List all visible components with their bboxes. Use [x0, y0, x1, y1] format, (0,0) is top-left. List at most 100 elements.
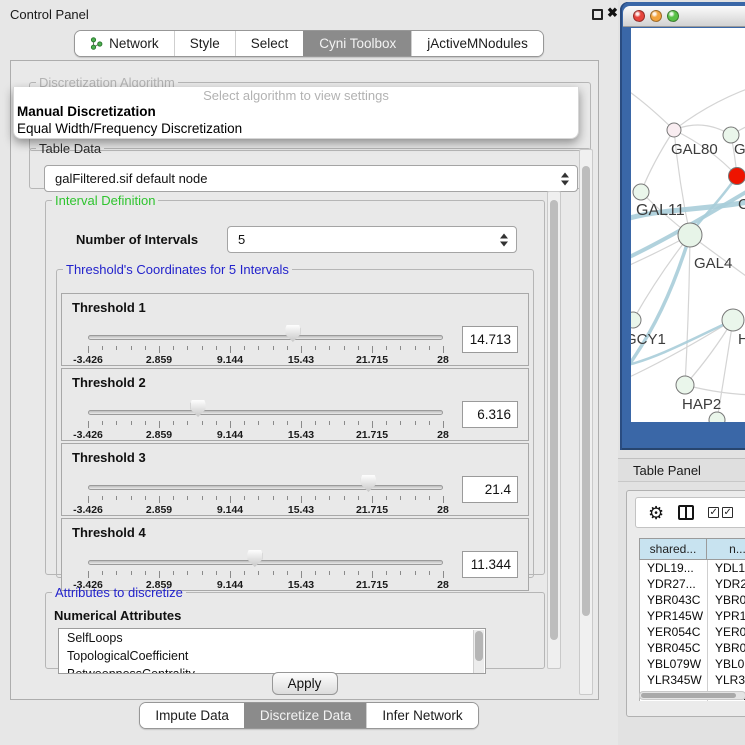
network-node[interactable] — [631, 312, 641, 328]
network-window-titlebar[interactable] — [623, 6, 745, 27]
table-row[interactable]: YLR345WYLR3... — [640, 672, 745, 688]
tick-mark — [131, 346, 132, 350]
threshold-label: Threshold 4 — [72, 525, 146, 540]
network-node[interactable] — [676, 376, 694, 394]
apply-button[interactable]: Apply — [272, 672, 338, 695]
tick-mark — [145, 496, 146, 500]
network-node[interactable] — [678, 223, 702, 247]
network-node[interactable] — [633, 184, 649, 200]
column-header-shared-name[interactable]: shared... — [639, 538, 707, 560]
tick-mark — [244, 346, 245, 350]
network-edge[interactable] — [631, 86, 674, 130]
columns-icon[interactable] — [678, 505, 694, 520]
threshold-value-field[interactable]: 14.713 — [462, 326, 518, 353]
tick-mark — [173, 496, 174, 500]
gear-icon[interactable]: ⚙ — [648, 504, 664, 522]
attribute-list-item[interactable]: SelfLoops — [59, 629, 485, 647]
node-label: GCY1 — [631, 331, 666, 348]
tab-discretize-data[interactable]: Discretize Data — [244, 703, 367, 728]
table-row[interactable]: YDR27...YDR2... — [640, 576, 745, 592]
tick-mark — [202, 421, 203, 425]
tick-mark — [301, 346, 302, 353]
tick-mark — [102, 571, 103, 575]
network-edge[interactable] — [674, 74, 745, 130]
number-of-intervals-value: 5 — [238, 232, 245, 247]
number-of-intervals-combobox[interactable]: 5 — [227, 226, 517, 253]
attributes-scrollbar[interactable] — [473, 630, 484, 674]
table-data-combobox[interactable]: galFiltered.sif default node — [44, 165, 578, 192]
table-row[interactable]: YPR145WYPR1... — [640, 608, 745, 624]
float-window-icon[interactable] — [592, 9, 603, 20]
tab-cyni-toolbox[interactable]: Cyni Toolbox — [303, 31, 411, 56]
tick-mark — [202, 346, 203, 350]
slider-track[interactable] — [88, 410, 443, 415]
tick-mark — [187, 346, 188, 350]
table-hscrollbar[interactable] — [639, 691, 745, 700]
tick-mark — [287, 346, 288, 350]
tick-mark — [159, 571, 160, 578]
tab-infer-network[interactable]: Infer Network — [366, 703, 477, 728]
tick-mark — [230, 346, 231, 353]
network-node[interactable] — [667, 123, 681, 137]
network-edge[interactable] — [690, 235, 745, 320]
close-icon[interactable]: ✖ — [607, 5, 618, 21]
tab-select[interactable]: Select — [235, 31, 304, 56]
checkbox-icon[interactable]: ✓ — [722, 507, 733, 518]
tick-label: 28 — [437, 429, 449, 441]
network-edge[interactable] — [631, 320, 733, 380]
table-row[interactable]: YBR043CYBR0... — [640, 592, 745, 608]
slider-track[interactable] — [88, 335, 443, 340]
slider-track[interactable] — [88, 560, 443, 565]
threshold-panel: Threshold 3-3.4262.8599.14415.4321.71528… — [61, 443, 529, 516]
number-of-intervals-row: Number of Intervals 5 — [46, 226, 544, 254]
threshold-panel: Threshold 2-3.4262.8599.14415.4321.71528… — [61, 368, 529, 441]
network-edge[interactable] — [685, 235, 690, 385]
tick-mark — [273, 421, 274, 425]
tick-mark — [258, 496, 259, 500]
panel-scrollbar[interactable] — [579, 149, 593, 695]
zoom-button[interactable] — [667, 10, 679, 22]
network-view-window[interactable]: GAL80GCGAL11GAL4GCY1HHAP2 — [620, 2, 745, 450]
cell-shared-name: YLR345W — [640, 672, 708, 688]
dropdown-option-equal-width[interactable]: Equal Width/Frequency Discretization — [14, 120, 578, 137]
table-row[interactable]: YBR045CYBR0... — [640, 640, 745, 656]
slider-track[interactable] — [88, 485, 443, 490]
attribute-list-item[interactable]: BetweennessCentrality — [59, 665, 485, 674]
attribute-list-item[interactable]: TopologicalCoefficient — [59, 647, 485, 665]
network-node[interactable] — [709, 412, 725, 422]
tick-mark — [386, 346, 387, 350]
threshold-value-field[interactable]: 6.316 — [462, 401, 518, 428]
close-button[interactable] — [633, 10, 645, 22]
table-row[interactable]: YBL079WYBL0... — [640, 656, 745, 672]
tick-label: 2.859 — [146, 429, 172, 441]
tab-style[interactable]: Style — [174, 31, 235, 56]
tab-jactivemnodules-label: jActiveMNodules — [427, 31, 528, 56]
tab-jactivemnodules[interactable]: jActiveMNodules — [411, 31, 543, 56]
numerical-attributes-list[interactable]: SelfLoopsTopologicalCoefficientBetweenne… — [58, 628, 486, 674]
tab-infer-network-label: Infer Network — [382, 703, 462, 728]
settings-scrollbar[interactable] — [547, 191, 561, 669]
table-row[interactable]: YER054CYER0... — [640, 624, 745, 640]
tab-network-label: Network — [109, 31, 159, 56]
tab-impute-data[interactable]: Impute Data — [140, 703, 244, 728]
minimize-button[interactable] — [650, 10, 662, 22]
checkbox-icon[interactable]: ✓ — [708, 507, 719, 518]
network-node[interactable] — [722, 309, 744, 331]
network-edge[interactable] — [685, 320, 733, 385]
tick-label: 15.43 — [288, 504, 314, 516]
network-canvas[interactable]: GAL80GCGAL11GAL4GCY1HHAP2 — [631, 28, 745, 422]
threshold-value-field[interactable]: 21.4 — [462, 476, 518, 503]
slider-tick-labels: -3.4262.8599.14415.4321.71528 — [88, 504, 443, 515]
network-edge[interactable] — [631, 235, 690, 373]
table-row[interactable]: YDL19...YDL1... — [640, 560, 745, 576]
combo-arrows-icon — [561, 172, 569, 185]
tick-label: 9.144 — [217, 429, 243, 441]
column-header-name[interactable]: n... — [707, 538, 745, 560]
tab-network[interactable]: Network — [75, 31, 174, 56]
threshold-value-field[interactable]: 11.344 — [462, 551, 518, 578]
dropdown-option-manual[interactable]: Manual Discretization — [14, 103, 578, 120]
network-edge[interactable] — [641, 130, 674, 192]
network-edge[interactable] — [674, 125, 731, 135]
network-node[interactable] — [729, 168, 745, 185]
tick-mark — [372, 346, 373, 353]
